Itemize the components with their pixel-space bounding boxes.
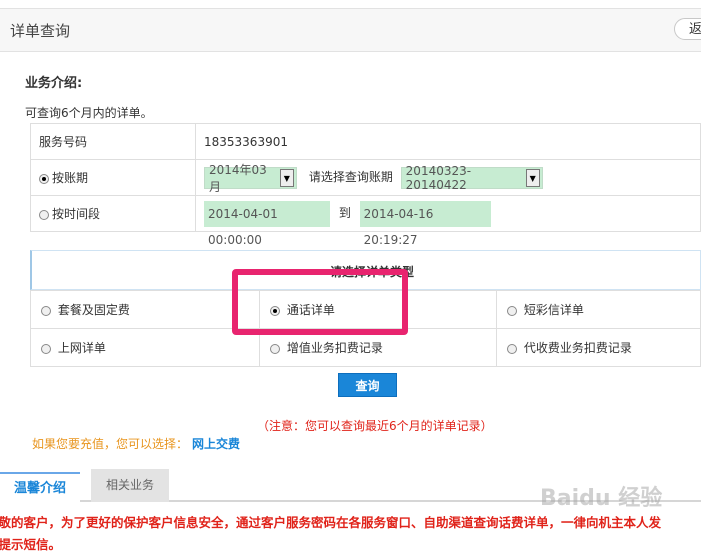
dropdown-arrow-icon[interactable]: ▼ bbox=[525, 168, 540, 187]
recharge-hint: 如果您要充值，您可以选择： 网上交费 bbox=[32, 435, 240, 452]
query-button[interactable]: 查询 bbox=[338, 373, 397, 397]
type-radio[interactable] bbox=[41, 343, 51, 354]
type-option[interactable]: 代收费业务扣费记录 bbox=[496, 328, 701, 367]
warning-line-1: 尊敬的客户，为了更好的保护客户信息安全，通过客户服务密码在各服务窗口、自助渠道查… bbox=[0, 515, 662, 530]
page-title: 详单查询 bbox=[10, 22, 71, 40]
period-select[interactable]: 2014年03月 ▼ bbox=[204, 163, 297, 194]
service-number-label: 服务号码 bbox=[30, 123, 196, 160]
period-select-value: 2014年03月 bbox=[209, 162, 267, 194]
by-time-radio[interactable] bbox=[39, 209, 49, 220]
time-end-input[interactable]: 2014-04-16 20:19:27 bbox=[359, 200, 491, 247]
by-period-radio[interactable] bbox=[39, 173, 49, 184]
query-note: （注意：您可以查询最近6个月的详单记录） bbox=[257, 419, 493, 433]
period-range-value: 20140323-20140422 bbox=[405, 163, 472, 192]
intro-title: 业务介绍: bbox=[25, 76, 83, 91]
type-option[interactable]: 短彩信详单 bbox=[496, 290, 701, 329]
tab-related-services[interactable]: 相关业务 bbox=[91, 469, 169, 502]
time-start-input[interactable]: 2014-04-01 00:00:00 bbox=[204, 200, 330, 247]
choose-period-label: 请选择查询账期 bbox=[308, 170, 393, 184]
watermark: Baidu 经验 bbox=[540, 486, 663, 511]
warning-line-2: 送提示短信。 bbox=[0, 537, 62, 552]
type-radio[interactable] bbox=[507, 305, 517, 316]
intro-desc: 可查询6个月内的详单。 bbox=[25, 106, 153, 120]
dropdown-arrow-icon[interactable]: ▼ bbox=[279, 168, 294, 187]
back-button[interactable]: 返 bbox=[674, 18, 701, 40]
type-radio[interactable] bbox=[507, 343, 517, 354]
query-form: 服务号码 18353363901 按账期 2014年03月 ▼ 请选择查询账期 2… bbox=[30, 123, 701, 247]
type-radio[interactable] bbox=[270, 343, 280, 354]
by-time-label: 按时间段 bbox=[52, 207, 101, 221]
page-header: 详单查询 返 bbox=[0, 8, 701, 52]
recharge-text: 如果您要充值，您可以选择： bbox=[32, 437, 189, 451]
type-option[interactable]: 上网详单 bbox=[30, 328, 260, 367]
highlight-annotation bbox=[232, 269, 408, 335]
to-label: 到 bbox=[338, 206, 351, 220]
by-period-option[interactable]: 按账期 bbox=[30, 159, 196, 196]
by-time-option[interactable]: 按时间段 bbox=[30, 195, 196, 232]
service-number-value: 18353363901 bbox=[195, 123, 701, 160]
security-warning: 尊敬的客户，为了更好的保护客户信息安全，通过客户服务密码在各服务窗口、自助渠道查… bbox=[0, 512, 701, 556]
by-period-label: 按账期 bbox=[52, 171, 89, 185]
online-payment-link[interactable]: 网上交费 bbox=[192, 437, 240, 451]
tab-tips[interactable]: 温馨介绍 bbox=[0, 472, 80, 502]
type-option[interactable]: 套餐及固定费 bbox=[30, 290, 260, 329]
type-radio[interactable] bbox=[41, 305, 51, 316]
period-range-select[interactable]: 20140323-20140422 ▼ bbox=[400, 163, 543, 192]
